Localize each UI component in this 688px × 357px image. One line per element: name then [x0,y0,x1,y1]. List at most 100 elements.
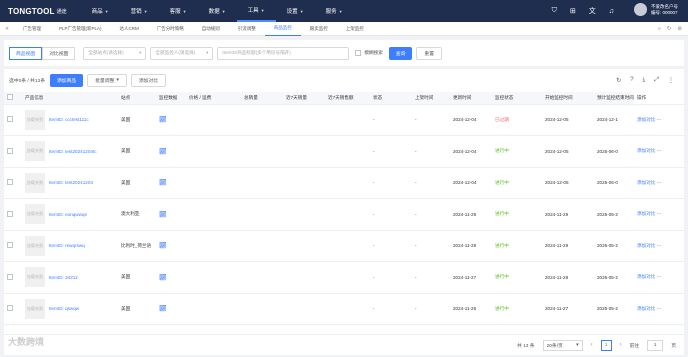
table-row[interactable]: 加载失败 ItemID: qswqw 美国 📈︎ - -2024-11-26 进行中 2024… [4,293,684,325]
tab-scroll-right-icon[interactable]: » [658,26,661,32]
item-id-link[interactable]: ItemID: qswqw [49,306,79,311]
add-compare-link[interactable]: 添加对比 [637,274,655,279]
tab-plp-ad[interactable]: PLP广告管理(新PLA) [50,22,111,36]
tab-auto-rules[interactable]: 自动规则 [193,22,229,36]
add-product-button[interactable]: 添加商品 [50,73,84,87]
add-compare-link[interactable]: 添加对比 [637,180,655,185]
prev-page-icon[interactable]: ‹ [591,342,593,348]
chart-icon[interactable]: 📈︎ [159,117,167,123]
item-id-link[interactable]: ItemID: ccctest111c [49,117,89,122]
more-icon[interactable]: ⋯ [657,117,662,122]
add-compare-link[interactable]: 添加对比 [637,211,655,216]
tab-traffic[interactable]: 引流调整 [229,22,265,36]
tab-product-monitor[interactable]: 商品监控 [264,22,301,36]
table-row[interactable]: 加载失败 ItemID: ccctest111c 美国 📈︎ - -2024-12-04 已… [4,104,684,136]
menu-item-service[interactable]: 客服 ▼ [159,0,198,22]
chart-icon[interactable]: 📈︎ [159,212,167,218]
select-all-cell[interactable] [4,92,22,105]
menu-item-data[interactable]: 数据 ▼ [198,0,237,22]
translate-icon[interactable]: 文 [589,6,596,16]
page-size-select[interactable]: 20条/页 ▾ [542,339,583,351]
tab-listing-monitor[interactable]: 上架监控 [337,22,373,36]
bell-icon[interactable]: ♫ [609,8,614,15]
add-compare-link[interactable]: 添加对比 [637,306,655,311]
table-row[interactable]: 加载失败 ItemID: 34212 美国 📈︎ - -2024-11-27 进行中 2024… [4,261,684,294]
close-icon[interactable]: ⊗ [677,26,682,32]
status-cell: - [370,261,412,294]
start-time-cell: 2024-12-05 [542,167,594,199]
chart-icon[interactable]: 📈︎ [159,306,167,312]
next-page-icon[interactable]: › [620,342,622,348]
refresh-icon[interactable]: ↻ [667,26,672,32]
tab-ad-schedule[interactable]: 广告分时策略 [148,22,193,36]
item-id-link[interactable]: ItemID: eonqwwqe [49,212,87,217]
item-id-link[interactable]: ItemID: rewqrswq [49,243,85,248]
brand-logo[interactable]: TONGTOOL [8,7,55,16]
current-page[interactable]: 1 [600,339,612,351]
tab-scroll-left-icon[interactable]: « [0,26,14,32]
row-checkbox[interactable] [4,198,22,231]
more-icon[interactable]: ⋯ [657,211,662,216]
more-icon[interactable]: ⋯ [657,274,662,279]
reset-button[interactable]: 重置 [416,46,443,60]
row-checkbox[interactable] [4,230,22,262]
batch-adjust-button[interactable]: 批量调整 ▾ [87,73,127,87]
chart-icon[interactable]: 📈︎ [159,243,167,249]
item-id-link[interactable]: ItemID: test20241204Ic [49,149,97,154]
row-checkbox[interactable] [4,167,22,199]
add-compare-button[interactable]: 添加对比 [130,73,167,87]
monitor-data-cell: 📈︎ [156,293,186,325]
fuzzy-search-checkbox[interactable]: 模糊搜索 [355,50,383,56]
search-input[interactable]: ItemID/商品标题(多个用逗号隔开) [217,46,350,60]
monitor-status-cell: 已过期 [492,104,542,136]
user-menu[interactable]: 不爱改名户号 编号: 000007 [634,3,678,16]
chart-icon[interactable]: 📈︎ [159,180,167,186]
menu-item-services[interactable]: 服务 ▼ [315,0,354,22]
settings-icon[interactable]: ⋮ [668,77,674,84]
refresh-icon[interactable]: ↻ [616,77,621,84]
fullscreen-icon[interactable]: ⤢ [654,77,659,84]
col-list-time: 上架时间 [412,92,450,105]
more-icon[interactable]: ⋯ [657,306,662,311]
tab-crm[interactable]: 达人CRM [111,22,148,36]
more-icon[interactable]: ⋯ [657,243,662,248]
compare-view-button[interactable]: 对比视图 [42,46,76,60]
download-icon[interactable]: ⤓ [643,77,646,84]
table-row[interactable]: 加载失败 ItemID: test20241204 美国 📈︎ - -2024-12-04… [4,167,684,199]
goto-page-input[interactable]: 1 [647,339,664,351]
list-time-cell: - [412,135,450,168]
tab-ad-manage[interactable]: 广告管理 [14,22,50,36]
site-select[interactable]: 全部站点(请选择) ▾ [83,46,147,60]
item-id-link[interactable]: ItemID: test20241204 [49,180,93,185]
row-checkbox[interactable] [4,135,22,168]
table-header: 产品信息 站点 监控数据 价格 / 运费 总销量 近7天销量 近7天销售额 状态… [4,92,684,105]
chart-icon[interactable]: 📈︎ [159,149,167,155]
menu-item-settings[interactable]: 设置 ▼ [276,0,315,22]
menu-item-marketing[interactable]: 营销 ▼ [120,0,159,22]
item-id-link[interactable]: ItemID: 34212 [49,275,78,280]
menu-item-goods[interactable]: 商品 ▼ [81,0,120,22]
add-compare-link[interactable]: 添加对比 [637,148,655,153]
more-icon[interactable]: ⋯ [657,180,662,185]
sales-7d-cell [283,104,325,136]
table-row[interactable]: 加载失败 ItemID: test20241204Ic 美国 📈︎ - -2024-12-… [4,135,684,168]
product-view-button[interactable]: 商品视图 [9,46,43,60]
add-compare-link[interactable]: 添加对比 [637,117,655,122]
table-row[interactable]: 加载失败 ItemID: eonqwwqe 澳大利亚 📈︎ - -2024-11-28 进行… [4,198,684,231]
grid-icon[interactable]: ⊞ [570,7,576,15]
add-compare-link[interactable]: 添加对比 [637,243,655,248]
help-icon[interactable]: ? [630,77,633,83]
shield-icon[interactable]: ⛉ [552,7,557,15]
table-row[interactable]: 加载失败 ItemID: rewqrswq 比利时_荷兰语 📈︎ - -2024-11-2… [4,230,684,262]
row-checkbox[interactable] [4,104,22,136]
chart-icon[interactable]: 📈︎ [159,275,167,281]
tab-follow-monitor[interactable]: 跟卖监控 [301,22,337,36]
menu-item-tools[interactable]: 工具 ▼ [236,0,276,22]
product-thumbnail: 加载失败 [25,172,45,193]
row-checkbox[interactable] [4,261,22,294]
row-checkbox[interactable] [4,293,22,325]
query-button[interactable]: 查询 [388,46,413,60]
total-sales-cell [241,293,283,325]
monitor-user-select[interactable]: 全部监控人(请选择) ▾ [150,46,214,60]
more-icon[interactable]: ⋯ [657,148,662,153]
